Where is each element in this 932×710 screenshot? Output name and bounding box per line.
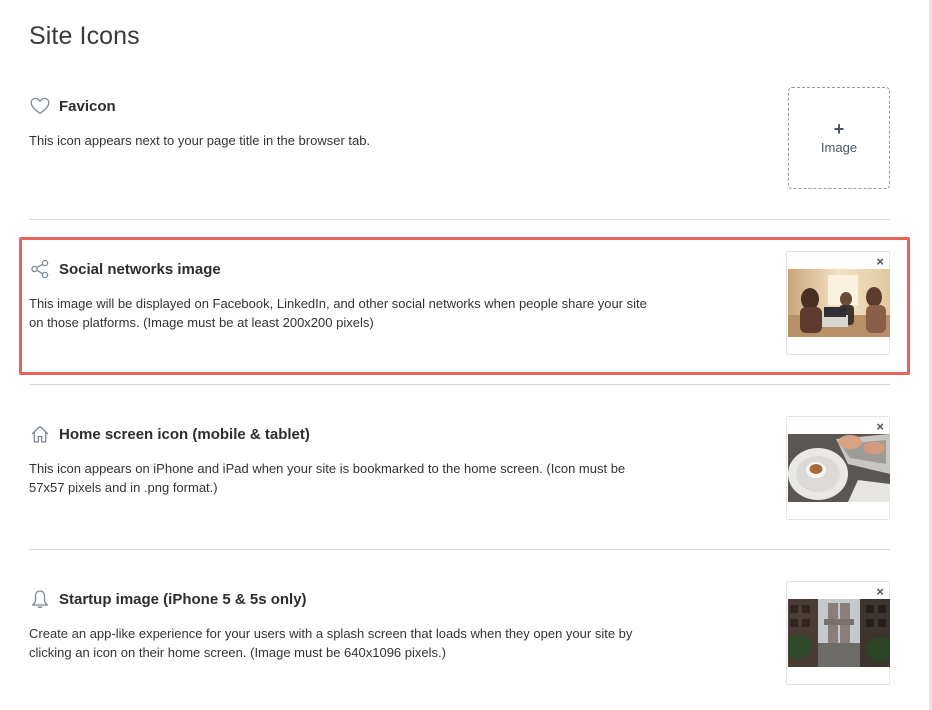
startup-thumbnail-card[interactable]: ×: [786, 581, 890, 685]
home-description: This icon appears on iPhone and iPad whe…: [29, 461, 626, 495]
home-icon: [29, 423, 51, 445]
home-screen-section: Home screen icon (mobile & tablet) This …: [29, 422, 890, 522]
upload-label: Image: [820, 140, 858, 155]
startup-description: Create an app-like experience for your u…: [29, 626, 633, 660]
divider: [29, 219, 890, 220]
close-icon[interactable]: ×: [876, 420, 884, 434]
page-title: Site Icons: [29, 22, 140, 50]
close-icon[interactable]: ×: [876, 585, 884, 599]
favicon-title: Favicon: [59, 97, 116, 115]
highlight-outline: [19, 237, 910, 375]
divider: [29, 549, 890, 550]
startup-title: Startup image (iPhone 5 & 5s only): [59, 590, 307, 608]
divider: [29, 384, 890, 385]
favicon-upload-button[interactable]: + Image: [788, 87, 890, 189]
plus-icon: +: [833, 119, 845, 139]
startup-section: Startup image (iPhone 5 & 5s only) Creat…: [29, 587, 890, 687]
home-title: Home screen icon (mobile & tablet): [59, 425, 310, 443]
startup-thumbnail-image: [788, 599, 890, 667]
home-header: Home screen icon (mobile & tablet): [29, 422, 310, 446]
startup-header: Startup image (iPhone 5 & 5s only): [29, 587, 307, 611]
favicon-section: Favicon This icon appears next to your p…: [29, 94, 890, 204]
home-thumbnail-image: [788, 434, 890, 502]
home-thumbnail-card[interactable]: ×: [786, 416, 890, 520]
favicon-header: Favicon: [29, 94, 116, 118]
favicon-description: This icon appears next to your page titl…: [29, 133, 371, 148]
heart-icon: [29, 95, 51, 117]
bell-icon: [29, 588, 51, 610]
